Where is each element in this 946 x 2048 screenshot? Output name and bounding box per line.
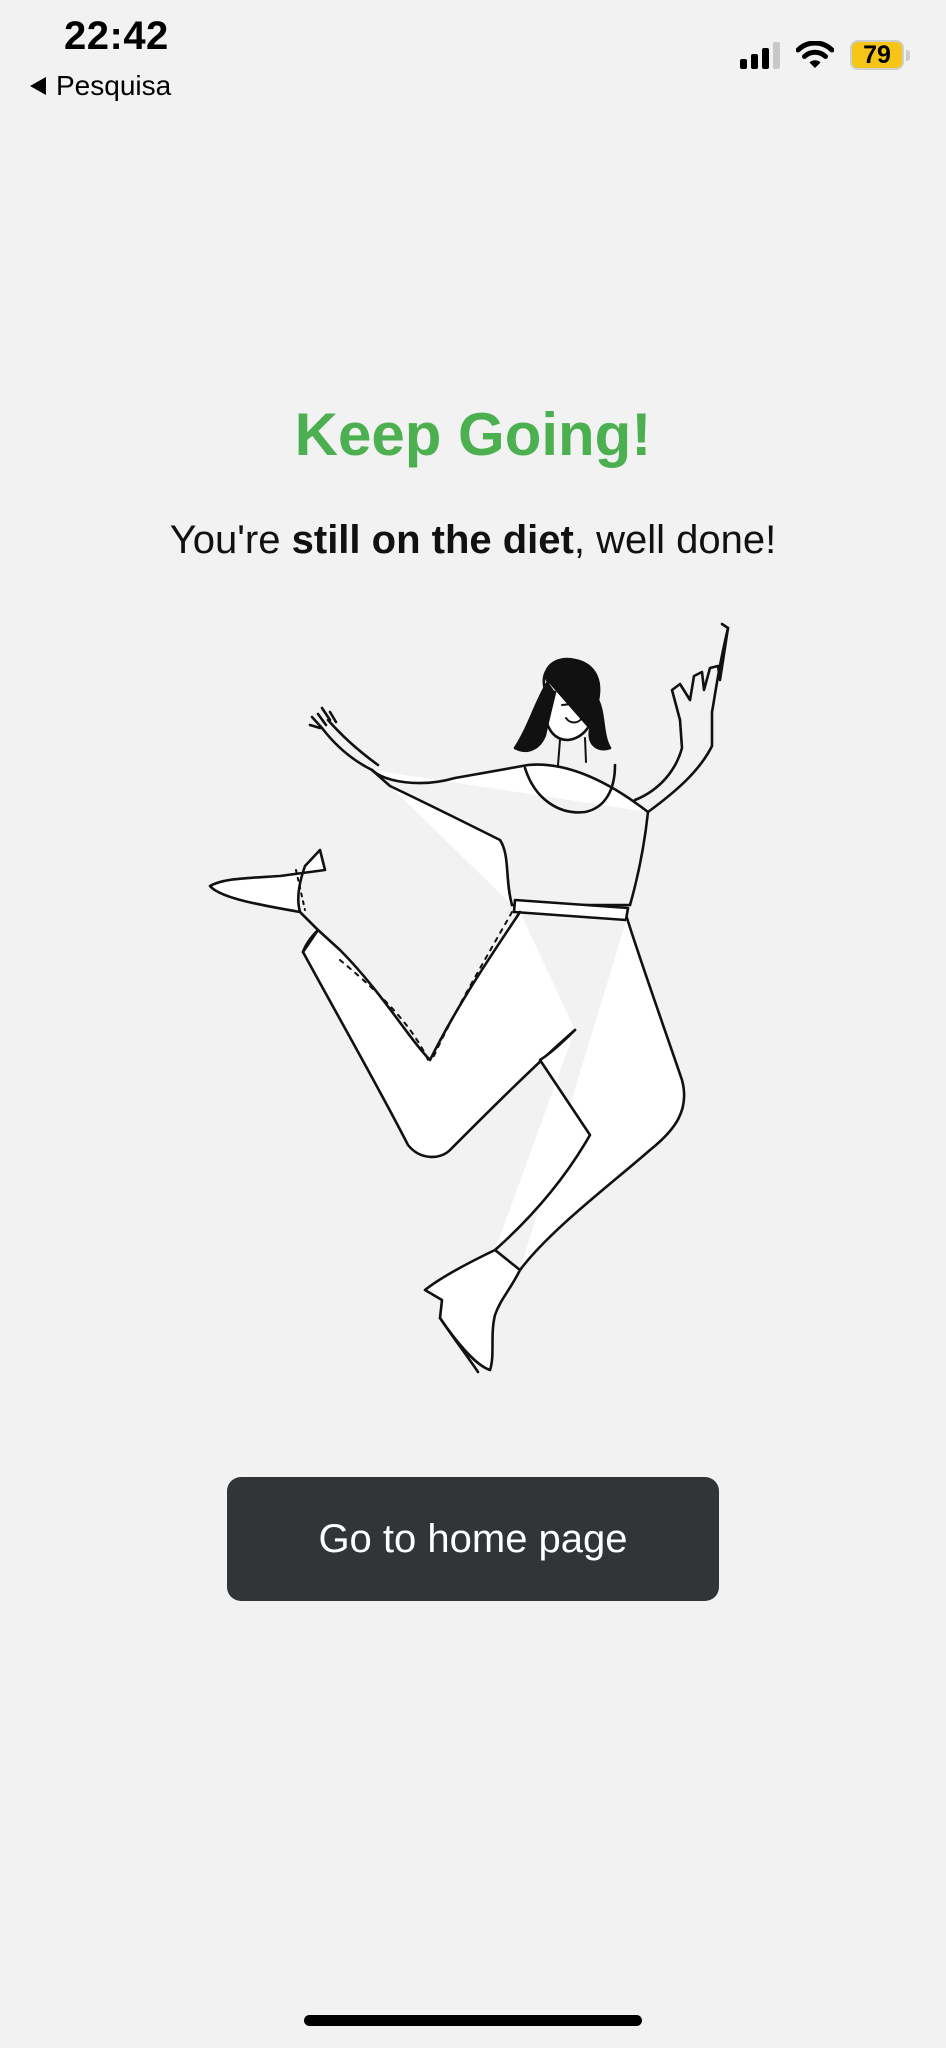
battery-level: 79 [850,40,904,70]
status-icons: 79 [740,40,910,70]
battery-icon: 79 [850,40,910,70]
subtitle: You're still on the diet, well done! [0,518,946,563]
wifi-icon [796,41,834,68]
back-to-pesquisa-link[interactable]: Pesquisa [30,70,171,102]
back-arrow-icon [30,77,46,95]
page-title: Keep Going! [294,401,652,468]
home-indicator[interactable] [304,2015,642,2026]
status-bar: 22:42 Pesquisa 79 [0,0,946,110]
signal-icon [740,41,780,69]
subtitle-highlight: still on the diet [291,518,574,562]
jumping-woman-illustration [208,622,730,1374]
subtitle-prefix: You're [169,518,292,562]
go-to-home-page-button[interactable]: Go to home page [227,1477,719,1601]
subtitle-suffix: , well done! [573,518,777,562]
status-time: 22:42 [64,14,169,58]
back-link-label: Pesquisa [56,70,172,101]
